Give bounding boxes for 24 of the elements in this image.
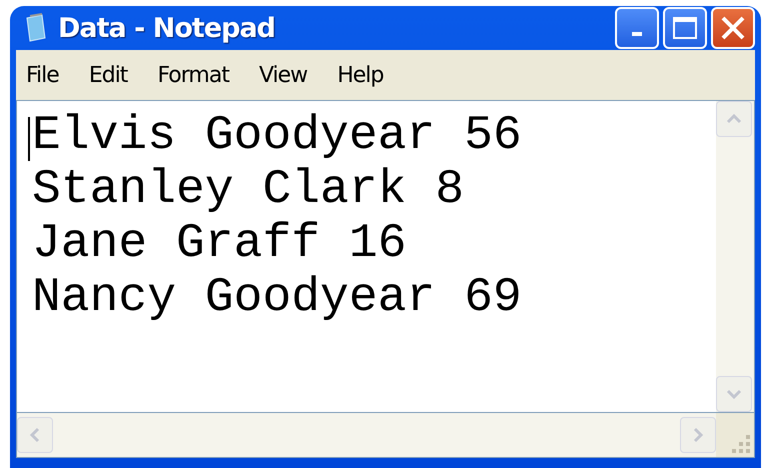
text-line: Jane Graff 16 [32,217,406,271]
horizontal-scrollbar[interactable] [17,413,716,457]
menu-item[interactable]: View [258,62,308,88]
text-line: Elvis Goodyear 56 [32,109,522,163]
text-line: Stanley Clark 8 [32,163,464,217]
menu-item[interactable]: Edit [88,62,128,88]
scroll-down-button[interactable] [716,376,752,412]
minimize-icon [632,32,642,36]
minimize-button[interactable] [615,7,659,49]
text-cursor [28,117,30,161]
notepad-icon [24,12,48,44]
scroll-left-button[interactable] [17,417,53,453]
close-button[interactable] [711,7,755,49]
menu-item[interactable]: File [26,62,59,88]
maximize-button[interactable] [663,7,707,49]
menu-item[interactable]: Format [157,62,229,88]
scroll-right-button[interactable] [680,417,716,453]
menu-item[interactable]: Help [337,62,384,88]
text-line: Nancy Goodyear 69 [32,271,522,325]
close-icon [720,15,746,41]
scroll-up-button[interactable] [716,101,752,137]
maximize-icon [672,16,698,40]
window-title: Data - Notepad [58,12,276,44]
vertical-scrollbar[interactable] [716,101,754,412]
